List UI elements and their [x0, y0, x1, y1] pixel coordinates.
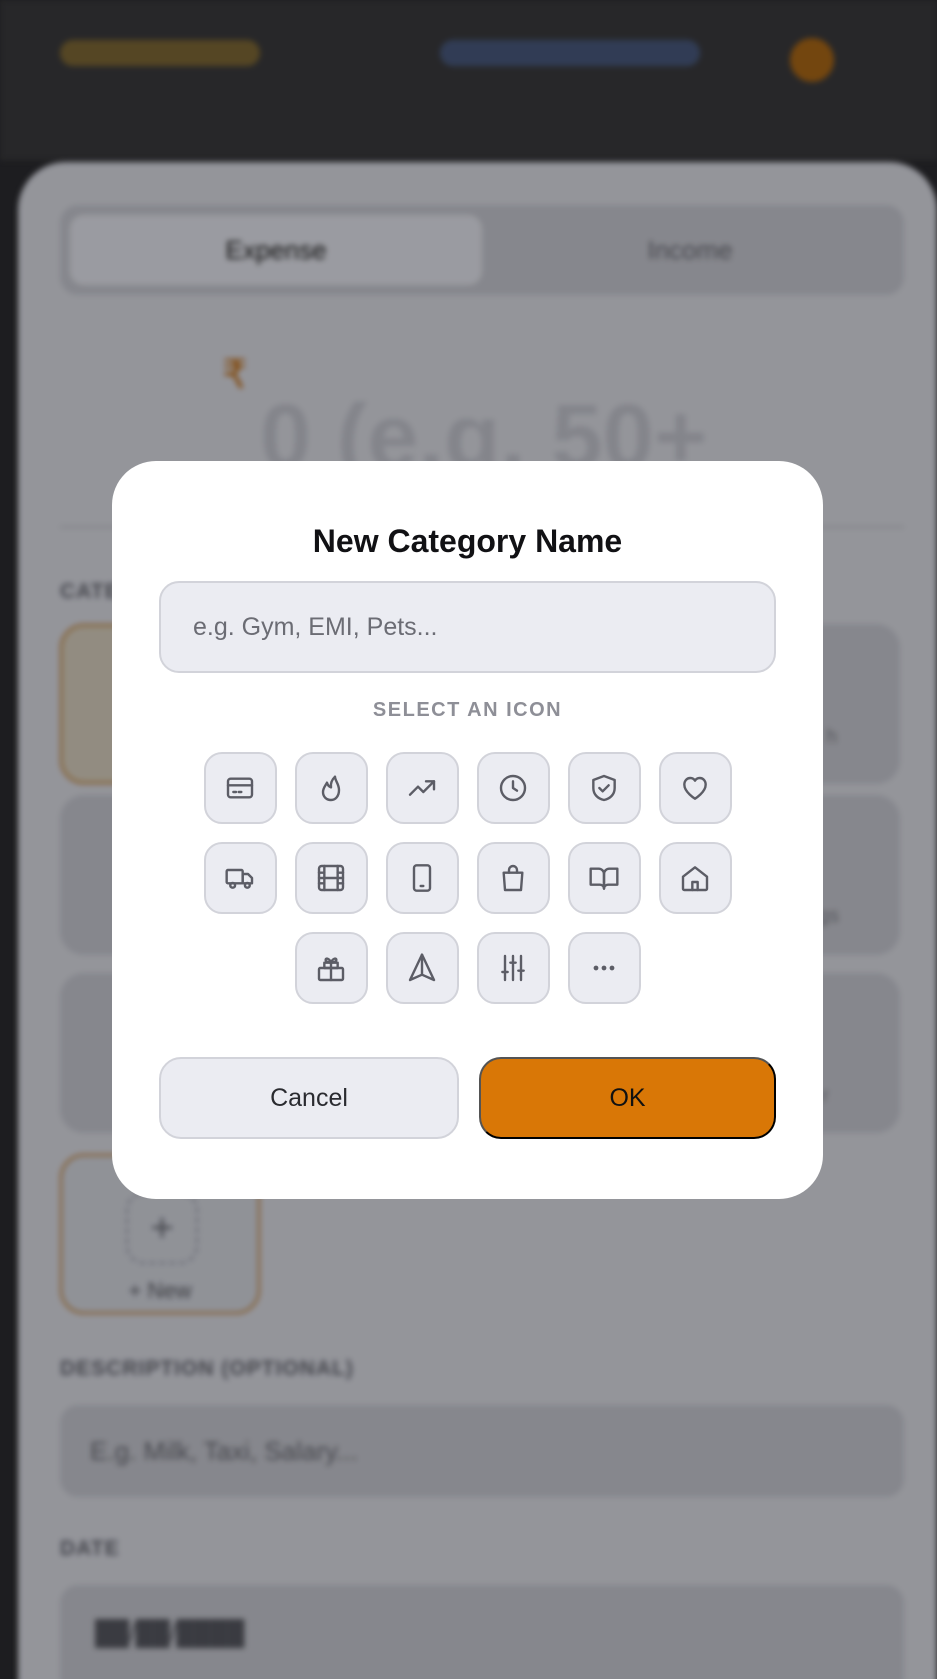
flame-icon[interactable]: [294, 752, 368, 824]
shopping-bag-icon[interactable]: [476, 842, 550, 914]
new-category-dialog: New Category Name SELECT AN ICON: [112, 461, 823, 1199]
smartphone-icon[interactable]: [385, 842, 459, 914]
shield-check-icon[interactable]: [567, 752, 641, 824]
more-horizontal-icon[interactable]: [567, 932, 641, 1004]
category-name-input[interactable]: [159, 581, 776, 673]
truck-icon[interactable]: [203, 842, 277, 914]
dialog-title: New Category Name: [312, 523, 623, 559]
navigation-icon[interactable]: [385, 932, 459, 1004]
icon-section-label: SELECT AN ICON: [372, 699, 563, 721]
film-icon[interactable]: [294, 842, 368, 914]
icon-row: [112, 752, 823, 824]
credit-card-icon[interactable]: [203, 752, 277, 824]
trending-up-icon[interactable]: [385, 752, 459, 824]
clock-icon[interactable]: [476, 752, 550, 824]
book-open-icon[interactable]: [567, 842, 641, 914]
icon-row: [112, 932, 823, 1004]
icon-row: [112, 842, 823, 914]
heart-icon[interactable]: [658, 752, 732, 824]
sliders-icon[interactable]: [476, 932, 550, 1004]
icon-picker: [112, 752, 823, 1022]
gift-icon[interactable]: [294, 932, 368, 1004]
home-icon[interactable]: [658, 842, 732, 914]
ok-button[interactable]: OK: [479, 1057, 776, 1139]
cancel-button[interactable]: Cancel: [159, 1057, 459, 1139]
